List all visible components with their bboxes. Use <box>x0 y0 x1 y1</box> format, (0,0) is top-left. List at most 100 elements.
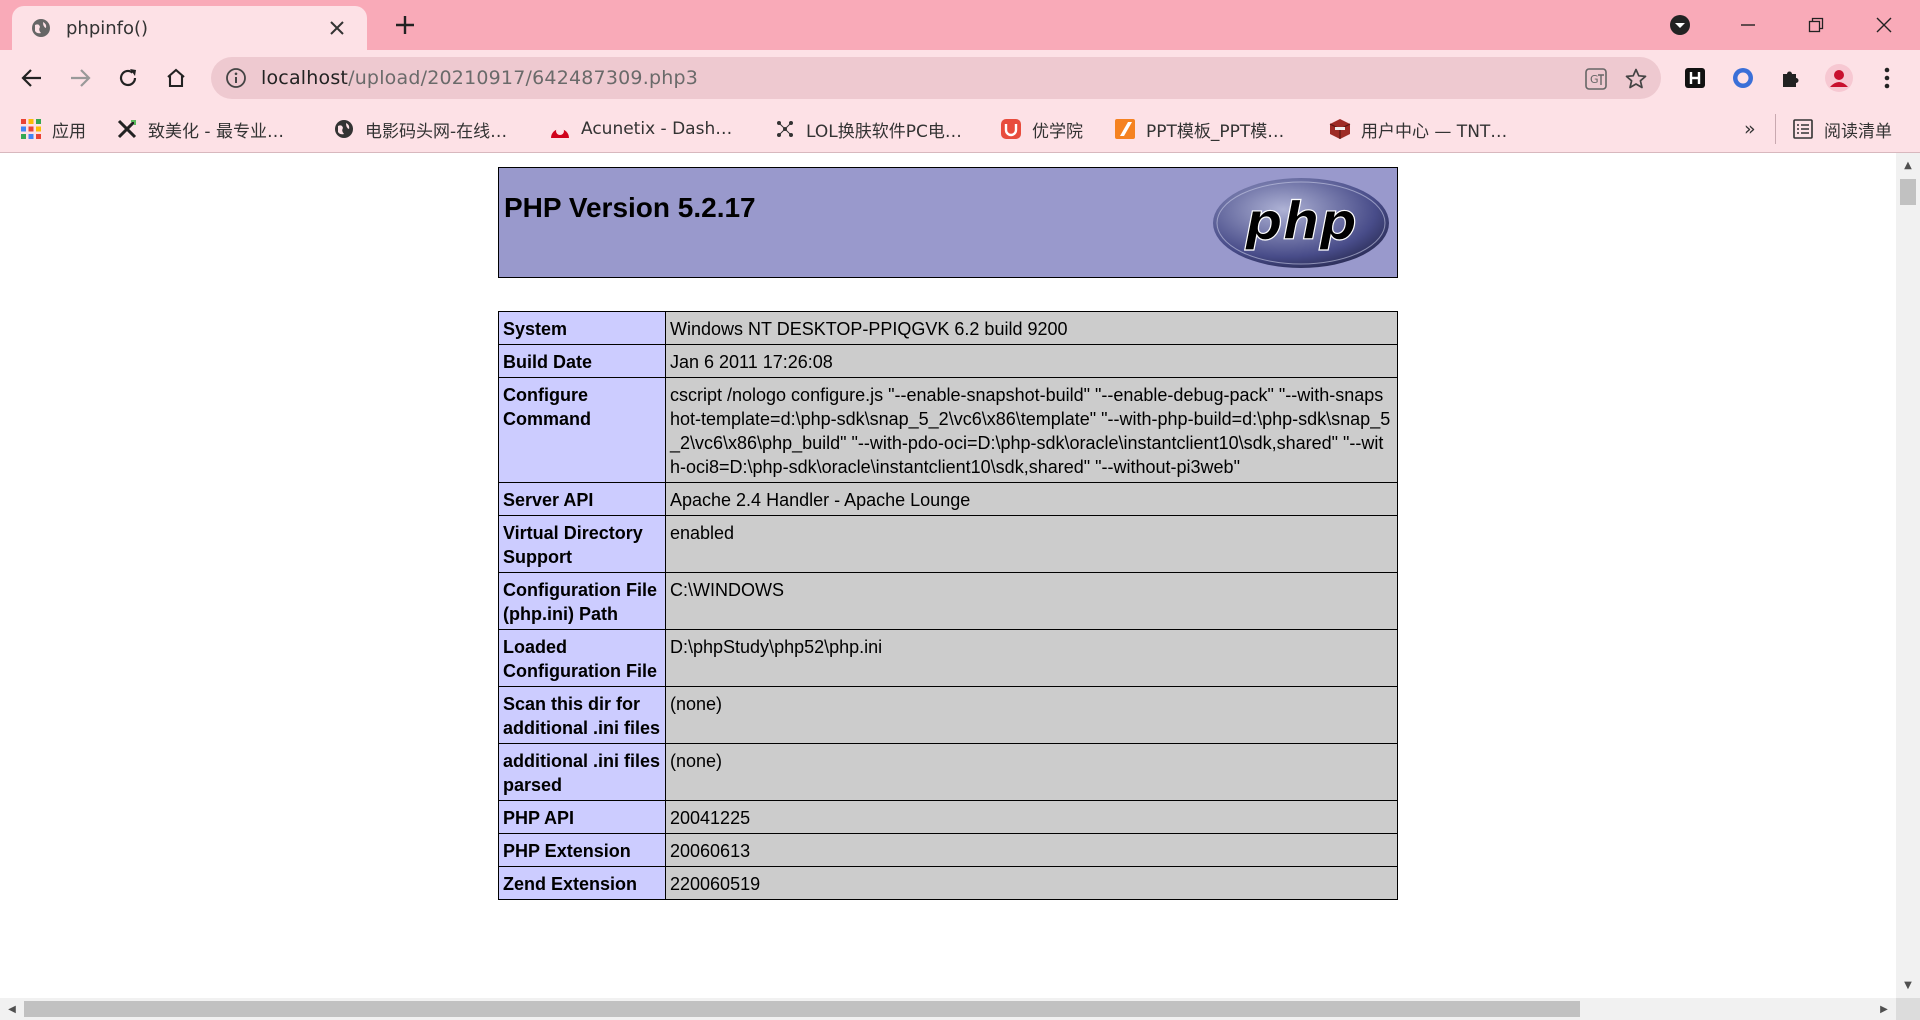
close-window-button[interactable] <box>1864 5 1904 45</box>
bookmark-label: 电影码头网-在线… <box>365 121 508 142</box>
row-key: Server API <box>498 482 666 516</box>
hackbar-extension-icon[interactable] <box>1677 60 1713 96</box>
reload-button[interactable] <box>110 60 146 96</box>
row-key: Virtual Directory Support <box>498 515 666 573</box>
row-value: C:\WINDOWS <box>665 572 1398 630</box>
row-key: PHP Extension <box>498 833 666 867</box>
tnt-icon <box>1329 118 1351 140</box>
row-value: Jan 6 2011 17:26:08 <box>665 344 1398 378</box>
table-row: System Windows NT DESKTOP-PPIQGVK 6.2 bui… <box>498 311 1398 345</box>
row-key: Configuration File (php.ini) Path <box>498 572 666 630</box>
row-value: Windows NT DESKTOP-PPIQGVK 6.2 build 920… <box>665 311 1398 345</box>
table-row: Virtual Directory Support enabled <box>498 515 1398 573</box>
row-value: (none) <box>665 686 1398 744</box>
url-text[interactable]: localhost/upload/20210917/642487309.php3 <box>261 67 698 89</box>
table-row: Server API Apache 2.4 Handler - Apache Lo… <box>498 482 1398 516</box>
url-path: /upload/20210917/642487309.php3 <box>348 67 699 89</box>
php-version-header: PHP Version 5.2.17 php <box>498 167 1398 278</box>
bookmark-label: PPT模板_PPT模… <box>1146 121 1285 142</box>
reading-list-button[interactable]: 阅读清单 <box>1792 116 1892 142</box>
row-value: 20041225 <box>665 800 1398 834</box>
row-key: PHP API <box>498 800 666 834</box>
translate-icon[interactable]: G <box>1583 66 1609 92</box>
row-value: (none) <box>665 743 1398 801</box>
vertical-scroll-thumb[interactable] <box>1900 179 1916 205</box>
forward-button[interactable] <box>62 60 98 96</box>
row-value: Apache 2.4 Handler - Apache Lounge <box>665 482 1398 516</box>
horizontal-scrollbar[interactable]: ◀ ▶ <box>0 998 1896 1020</box>
row-value: 220060519 <box>665 866 1398 900</box>
row-key: Build Date <box>498 344 666 378</box>
close-tab-icon[interactable] <box>323 14 351 42</box>
bookmark-acunetix[interactable]: Acunetix - Dash… <box>549 116 732 142</box>
scroll-left-arrow-icon[interactable]: ◀ <box>2 999 22 1019</box>
lol-icon <box>774 118 796 140</box>
table-row: additional .ini files parsed (none) <box>498 743 1398 801</box>
svg-text:G: G <box>1590 73 1599 86</box>
extensions-puzzle-icon[interactable] <box>1773 60 1809 96</box>
ppt-icon <box>1114 118 1136 140</box>
profile-avatar-icon[interactable] <box>1821 60 1857 96</box>
minimize-button[interactable] <box>1728 5 1768 45</box>
vertical-scrollbar[interactable]: ▲ ▼ <box>1896 153 1920 998</box>
url-host: localhost <box>261 67 349 89</box>
row-key: Scan this dir for additional .ini files <box>498 686 666 744</box>
bookmark-ppt[interactable]: PPT模板_PPT模… <box>1114 116 1284 142</box>
acunetix-icon <box>549 118 571 140</box>
scroll-down-arrow-icon[interactable]: ▼ <box>1898 975 1918 995</box>
row-value: D:\phpStudy\php52\php.ini <box>665 629 1398 687</box>
scrollbar-corner <box>1896 998 1920 1020</box>
apps-grid-icon <box>20 118 42 140</box>
bookmarks-bar: 应用 致美化 - 最专业… 电影码头网-在线… Acunetix - Dash…… <box>0 106 1920 153</box>
table-row: Configure Command cscript /nologo configu… <box>498 377 1398 483</box>
scroll-right-arrow-icon[interactable]: ▶ <box>1874 999 1894 1019</box>
bookmark-label: LOL换肤软件PC电… <box>806 121 962 142</box>
bookmark-label: 优学院 <box>1032 121 1083 142</box>
row-key: Loaded Configuration File <box>498 629 666 687</box>
row-value: cscript /nologo configure.js "--enable-s… <box>665 377 1398 483</box>
restore-button[interactable] <box>1796 5 1836 45</box>
bookmark-tnt[interactable]: 用户中心 — TNT… <box>1329 116 1507 142</box>
reading-list-icon <box>1792 118 1814 140</box>
bookmark-star-icon[interactable] <box>1623 66 1649 92</box>
table-row: Loaded Configuration File D:\phpStudy\php… <box>498 629 1398 687</box>
table-row: Scan this dir for additional .ini files(… <box>498 686 1398 744</box>
page-viewport: PHP Version 5.2.17 php System Windows NT … <box>0 153 1896 998</box>
table-row: Build Date Jan 6 2011 17:26:08 <box>498 344 1398 378</box>
table-row: Zend Extension 220060519 <box>498 866 1398 900</box>
row-key: System <box>498 311 666 345</box>
chevron-double-right-icon: » <box>1744 118 1756 140</box>
tab-title: phpinfo() <box>66 18 149 39</box>
php-info-table: System Windows NT DESKTOP-PPIQGVK 6.2 bui… <box>498 311 1398 900</box>
bookmark-label: 应用 <box>52 121 86 142</box>
home-button[interactable] <box>158 60 194 96</box>
circle-extension-icon[interactable] <box>1725 60 1761 96</box>
toolbar: localhost/upload/20210917/642487309.php3… <box>0 50 1920 106</box>
row-key: additional .ini files parsed <box>498 743 666 801</box>
bookmark-dianying[interactable]: 电影码头网-在线… <box>333 116 507 142</box>
globe-icon <box>333 118 355 140</box>
table-row: PHP Extension 20060613 <box>498 833 1398 867</box>
divider <box>1775 114 1776 144</box>
menu-kebab-icon[interactable] <box>1869 60 1905 96</box>
table-row: PHP API 20041225 <box>498 800 1398 834</box>
bookmark-apps[interactable]: 应用 <box>20 116 86 142</box>
bookmark-label: 用户中心 — TNT… <box>1361 121 1508 142</box>
zhimeihua-icon <box>116 118 138 140</box>
tab-phpinfo[interactable]: phpinfo() <box>12 6 367 50</box>
address-bar[interactable]: localhost/upload/20210917/642487309.php3… <box>211 57 1661 99</box>
row-value: 20060613 <box>665 833 1398 867</box>
bookmark-zhimeihua[interactable]: 致美化 - 最专业… <box>116 116 284 142</box>
tab-search-icon[interactable] <box>1660 5 1700 45</box>
back-button[interactable] <box>14 60 50 96</box>
horizontal-scroll-thumb[interactable] <box>24 1001 1580 1017</box>
bookmarks-overflow-button[interactable]: » <box>1744 116 1756 142</box>
bookmark-label: Acunetix - Dash… <box>581 119 733 139</box>
bookmark-youxueyuan[interactable]: 优学院 <box>1000 116 1083 142</box>
scroll-up-arrow-icon[interactable]: ▲ <box>1898 155 1918 175</box>
bookmark-lol[interactable]: LOL换肤软件PC电… <box>774 116 962 142</box>
new-tab-button[interactable] <box>390 10 420 40</box>
reading-list-label: 阅读清单 <box>1824 121 1892 142</box>
site-info-icon[interactable] <box>225 67 247 89</box>
php-logo[interactable]: php <box>1211 176 1391 274</box>
